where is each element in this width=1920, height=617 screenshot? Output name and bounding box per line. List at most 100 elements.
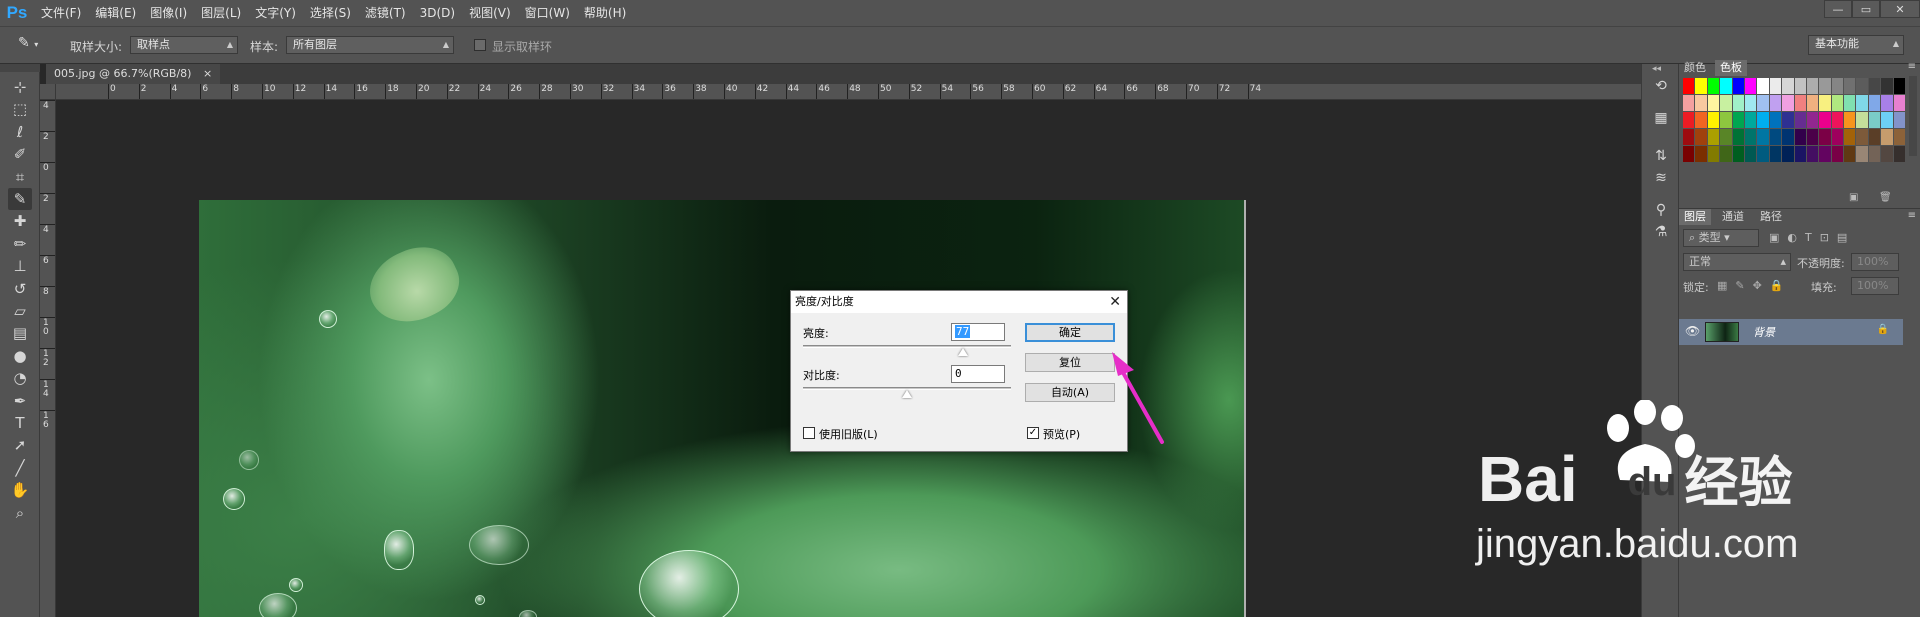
crop-tool-icon[interactable]: ⌗ [8, 166, 32, 188]
layer-row-background[interactable]: 👁 背景 🔒 [1679, 319, 1903, 345]
swatch[interactable] [1707, 95, 1720, 111]
swatch[interactable] [1769, 95, 1782, 111]
swatch[interactable] [1769, 112, 1782, 128]
menu-item[interactable]: 选择(S) [303, 0, 358, 26]
legacy-checkbox[interactable] [803, 427, 815, 439]
swatch[interactable] [1819, 146, 1831, 162]
swatch[interactable] [1868, 146, 1881, 162]
swatch[interactable] [1757, 129, 1769, 145]
history-icon[interactable]: ⟲ [1651, 76, 1671, 96]
close-icon[interactable]: ✕ [1109, 293, 1121, 311]
swatch[interactable] [1844, 129, 1856, 145]
swatch[interactable] [1695, 129, 1707, 145]
menu-item[interactable]: 帮助(H) [577, 0, 633, 26]
swatch[interactable] [1707, 78, 1720, 94]
swatch[interactable] [1782, 146, 1794, 162]
swatch[interactable] [1806, 78, 1819, 94]
eraser-tool-icon[interactable]: ▱ [8, 300, 32, 322]
swatch[interactable] [1757, 95, 1769, 111]
swatch[interactable] [1819, 129, 1831, 145]
type-tool-icon[interactable]: T [8, 412, 32, 434]
history-brush-tool-icon[interactable]: ↺ [8, 278, 32, 300]
visibility-eye-icon[interactable]: 👁 [1685, 324, 1700, 338]
swatch[interactable] [1893, 95, 1905, 111]
swatch[interactable] [1831, 146, 1844, 162]
lasso-tool-icon[interactable]: ℓ [8, 121, 32, 143]
swatch[interactable] [1794, 78, 1806, 94]
menu-item[interactable]: 图像(I) [143, 0, 194, 26]
swatch[interactable] [1707, 146, 1720, 162]
swatch[interactable] [1720, 78, 1732, 94]
swatch[interactable] [1695, 112, 1707, 128]
sample-size-select[interactable]: 取样点 ▲ [130, 36, 238, 54]
tab-paths[interactable]: 路径 [1755, 209, 1787, 225]
swatch[interactable] [1893, 146, 1905, 162]
swatch[interactable] [1806, 112, 1819, 128]
swatch[interactable] [1831, 112, 1844, 128]
path-select-tool-icon[interactable]: ➚ [8, 434, 32, 456]
layer-filter-select[interactable]: ⌕ 类型 ▾ [1683, 229, 1759, 247]
show-ring-checkbox[interactable] [474, 39, 486, 51]
swatch[interactable] [1881, 78, 1893, 94]
swatch[interactable] [1794, 95, 1806, 111]
swatch[interactable] [1757, 146, 1769, 162]
swatch[interactable] [1844, 95, 1856, 111]
swatch[interactable] [1868, 78, 1881, 94]
tab-channels[interactable]: 通道 [1717, 209, 1749, 225]
swatch[interactable] [1782, 95, 1794, 111]
shape-tool-icon[interactable]: ╱ [8, 457, 32, 479]
brush-settings-icon[interactable]: ≋ [1651, 168, 1671, 188]
swatch[interactable] [1856, 129, 1868, 145]
hand-tool-icon[interactable]: ✋ [8, 479, 32, 501]
swatch[interactable] [1732, 78, 1744, 94]
swatch[interactable] [1794, 146, 1806, 162]
workspace-select[interactable]: 基本功能 ▲ [1808, 35, 1904, 55]
menu-item[interactable]: 3D(D) [413, 0, 462, 26]
swatch[interactable] [1695, 95, 1707, 111]
swatch[interactable] [1720, 95, 1732, 111]
tab-swatches[interactable]: 色板 [1715, 60, 1747, 76]
swatch[interactable] [1868, 129, 1881, 145]
swatch[interactable] [1720, 129, 1732, 145]
swatch[interactable] [1819, 112, 1831, 128]
brightness-slider-thumb[interactable] [958, 348, 969, 356]
minimize-button[interactable]: — [1824, 0, 1852, 18]
swatch[interactable] [1707, 129, 1720, 145]
collapse-icon[interactable]: ◂◂ [1652, 64, 1661, 74]
swatch[interactable] [1744, 112, 1757, 128]
panel-menu-icon[interactable]: ≡ [1908, 210, 1916, 221]
swatch[interactable] [1732, 95, 1744, 111]
swatch[interactable] [1831, 78, 1844, 94]
contrast-input[interactable]: 0 [951, 365, 1005, 383]
swatch[interactable] [1806, 95, 1819, 111]
gradient-tool-icon[interactable]: ▤ [8, 322, 32, 344]
properties-icon[interactable]: ▦ [1651, 108, 1671, 128]
stamp-tool-icon[interactable]: ⊥ [8, 255, 32, 277]
eyedropper-preset-icon[interactable]: ✎ ▾ [18, 35, 52, 55]
swatch[interactable] [1844, 112, 1856, 128]
swatch[interactable] [1695, 78, 1707, 94]
clone-source-icon[interactable]: ⚲ [1651, 200, 1671, 220]
filter-icons[interactable]: ▣◐T⊡▤ [1769, 231, 1855, 244]
panel-menu-icon[interactable]: ≡ [1908, 61, 1916, 72]
tab-layers[interactable]: 图层 [1679, 209, 1711, 225]
close-icon[interactable]: × [203, 67, 212, 80]
zoom-tool-icon[interactable]: ⌕ [8, 502, 32, 524]
swatch-scrollbar[interactable] [1909, 76, 1917, 156]
swatch[interactable] [1707, 112, 1720, 128]
swatch[interactable] [1856, 95, 1868, 111]
swatch[interactable] [1683, 112, 1695, 128]
swatch[interactable] [1782, 129, 1794, 145]
swatch[interactable] [1683, 146, 1695, 162]
lock-icons[interactable]: ▦✎✥🔒 [1717, 279, 1792, 292]
swatch[interactable] [1769, 78, 1782, 94]
swatch[interactable] [1744, 129, 1757, 145]
swatch[interactable] [1881, 129, 1893, 145]
move-tool-icon[interactable]: ⊹ [8, 76, 32, 98]
swatch[interactable] [1806, 146, 1819, 162]
brightness-slider-track[interactable] [803, 345, 1011, 348]
brightness-input[interactable]: 77 [951, 323, 1005, 341]
reset-button[interactable]: 复位 [1025, 353, 1115, 372]
swatch[interactable] [1856, 146, 1868, 162]
tab-color[interactable]: 颜色 [1679, 60, 1711, 76]
